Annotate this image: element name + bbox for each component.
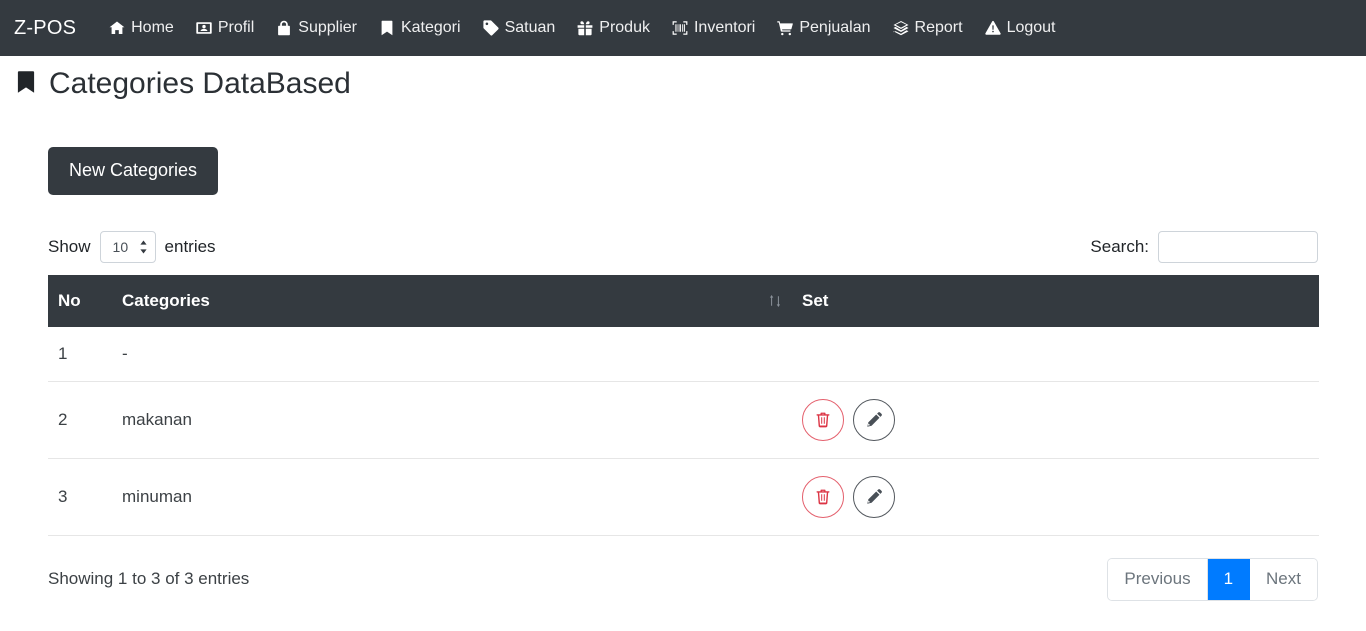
page-header: Categories DataBased <box>0 56 1366 102</box>
pagination-next[interactable]: Next <box>1250 558 1317 600</box>
nav-items: Home Profil Supplier Kategori Satuan Pro… <box>98 15 1066 41</box>
trash-icon <box>816 412 830 427</box>
cell-category: minuman <box>112 458 792 536</box>
table-row: 1 - <box>48 326 1319 382</box>
barcode-icon <box>672 20 688 36</box>
nav-item-produk[interactable]: Produk <box>566 15 661 41</box>
main-navbar: Z-POS Home Profil Supplier Kategori Satu… <box>0 0 1366 56</box>
nav-label: Report <box>914 19 963 36</box>
table-controls: Show 10 entries Search: <box>48 230 1318 263</box>
delete-button[interactable] <box>802 475 844 518</box>
entries-length-control: Show 10 entries <box>48 230 216 263</box>
categories-table: No Categories Set 1 - 2 makanan 3 minuma… <box>48 274 1319 536</box>
home-icon <box>109 20 125 36</box>
entries-label: entries <box>164 236 216 256</box>
show-label: Show <box>48 236 91 256</box>
entries-info: Showing 1 to 3 of 3 entries <box>48 569 250 589</box>
nav-label: Penjualan <box>799 19 871 36</box>
cell-category: makanan <box>112 381 792 459</box>
cell-no: 2 <box>48 381 112 459</box>
nav-label: Inventori <box>693 19 756 36</box>
tag-icon <box>482 20 499 36</box>
search-label: Search: <box>1090 236 1149 256</box>
nav-label: Kategori <box>400 19 461 36</box>
nav-item-inventori[interactable]: Inventori <box>661 15 766 41</box>
nav-item-supplier[interactable]: Supplier <box>265 15 368 41</box>
gift-icon <box>577 20 593 36</box>
layers-icon <box>893 20 909 36</box>
cell-no: 1 <box>48 326 112 382</box>
column-header-categories[interactable]: Categories <box>112 274 792 327</box>
nav-item-report[interactable]: Report <box>882 15 974 41</box>
pagination-previous[interactable]: Previous <box>1108 558 1208 600</box>
table-row: 3 minuman <box>48 458 1319 536</box>
id-card-icon <box>196 20 212 36</box>
search-input[interactable] <box>1158 230 1318 263</box>
cell-category: - <box>112 326 792 382</box>
edit-button[interactable] <box>853 398 895 441</box>
cell-actions <box>792 381 1319 459</box>
nav-item-satuan[interactable]: Satuan <box>472 15 567 41</box>
pencil-icon <box>867 488 882 504</box>
new-categories-button[interactable]: New Categories <box>48 147 219 195</box>
search-control: Search: <box>1090 230 1318 263</box>
nav-item-home[interactable]: Home <box>98 15 185 41</box>
pagination-page-1[interactable]: 1 <box>1207 558 1251 600</box>
pencil-icon <box>867 411 882 427</box>
main-content: New Categories Show 10 entries Search: N… <box>0 147 1366 601</box>
table-header-row: No Categories Set <box>48 274 1319 327</box>
warning-triangle-icon <box>984 20 1001 36</box>
nav-item-penjualan[interactable]: Penjualan <box>766 15 881 41</box>
cell-no: 3 <box>48 458 112 536</box>
brand-logo[interactable]: Z-POS <box>14 17 76 40</box>
bookmark-icon <box>14 69 38 100</box>
nav-label: Produk <box>599 19 650 36</box>
edit-button[interactable] <box>853 475 895 518</box>
nav-label: Supplier <box>298 19 357 36</box>
nav-label: Profil <box>217 19 255 36</box>
pagination: Previous 1 Next <box>1107 557 1318 601</box>
cell-actions <box>792 458 1319 536</box>
page-title: Categories DataBased <box>49 67 351 100</box>
sort-arrows-icon <box>769 294 781 307</box>
row-actions <box>802 398 1309 441</box>
nav-item-profil[interactable]: Profil <box>185 15 265 41</box>
nav-label: Home <box>131 19 174 36</box>
table-head: No Categories Set <box>48 274 1319 327</box>
shopping-cart-icon <box>777 20 794 36</box>
column-header-set: Set <box>792 274 1319 327</box>
entries-select-wrapper: 10 <box>99 230 156 263</box>
lock-icon <box>276 20 292 36</box>
table-row: 2 makanan <box>48 381 1319 459</box>
column-header-no[interactable]: No <box>48 274 112 327</box>
cell-actions <box>792 326 1319 382</box>
row-actions <box>802 475 1309 518</box>
nav-label: Logout <box>1006 19 1056 36</box>
entries-select[interactable]: 10 <box>99 230 156 263</box>
table-footer: Showing 1 to 3 of 3 entries Previous 1 N… <box>48 557 1318 601</box>
nav-item-kategori[interactable]: Kategori <box>368 15 472 41</box>
nav-item-logout[interactable]: Logout <box>974 15 1067 41</box>
delete-button[interactable] <box>802 398 844 441</box>
table-body: 1 - 2 makanan 3 minuman <box>48 326 1319 536</box>
trash-icon <box>816 489 830 504</box>
nav-label: Satuan <box>504 19 556 36</box>
column-header-label: Categories <box>122 290 210 310</box>
bookmark-icon <box>379 20 395 36</box>
